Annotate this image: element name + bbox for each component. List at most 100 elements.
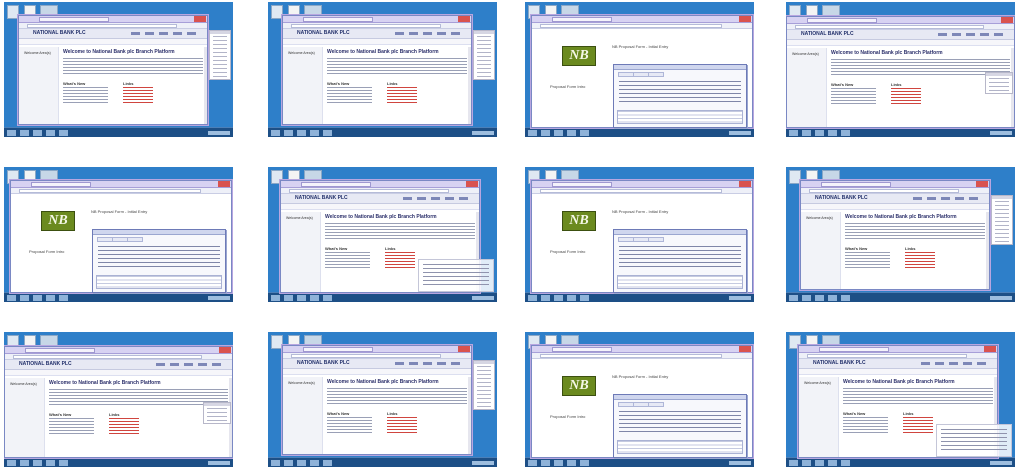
dialog-fields[interactable] [619,81,741,105]
browser-tab[interactable] [301,182,371,187]
taskbar-app-icon[interactable] [580,295,589,301]
taskbar-app-icon[interactable] [271,295,280,301]
taskbar-app-icon[interactable] [541,130,550,136]
top-nav-links[interactable] [921,362,991,365]
address-bar[interactable] [532,23,752,29]
links-list[interactable] [123,87,153,103]
taskbar-app-icon[interactable] [20,130,29,136]
taskbar-app-icon[interactable] [59,295,68,301]
dialog-results-grid[interactable] [96,275,222,289]
taskbar-app-icon[interactable] [323,295,332,301]
taskbar-app-icon[interactable] [20,295,29,301]
taskbar-app-icon[interactable] [310,130,319,136]
top-nav-links[interactable] [395,32,465,35]
taskbar-app-icon[interactable] [802,295,811,301]
taskbar-app-icon[interactable] [841,130,850,136]
screenshot-thumbnail[interactable]: NATIONAL BANK PLC Welcome Area(s) Welcome … [786,167,1015,302]
taskbar-app-icon[interactable] [59,460,68,466]
taskbar-app-icon[interactable] [7,295,16,301]
taskbar-app-icon[interactable] [271,460,280,466]
taskbar-app-icon[interactable] [7,130,16,136]
taskbar-app-icon[interactable] [310,295,319,301]
top-nav-links[interactable] [156,363,226,366]
url-field[interactable] [540,354,722,358]
taskbar-app-icon[interactable] [46,130,55,136]
top-nav-links[interactable] [403,197,473,200]
taskbar-app-icon[interactable] [815,460,824,466]
browser-tab[interactable] [552,17,612,22]
taskbar-app-icon[interactable] [554,460,563,466]
dialog-results-grid[interactable] [617,275,743,289]
taskbar-app-icon[interactable] [567,460,576,466]
dialog-fields[interactable] [619,411,741,435]
screenshot-thumbnail[interactable]: NB NB Proposal Form - Initial Entry Propos… [4,167,233,302]
dialog-results-grid[interactable] [617,440,743,454]
dialog-tabs[interactable] [97,237,143,242]
taskbar-app-icon[interactable] [828,130,837,136]
taskbar-app-icon[interactable] [284,130,293,136]
screenshot-thumbnail[interactable]: NATIONAL BANK PLC Welcome Area(s) Welcome … [268,2,497,137]
taskbar-app-icon[interactable] [284,460,293,466]
screenshot-thumbnail[interactable]: NB NB Proposal Form - Initial Entry Propos… [525,167,754,302]
browser-tab[interactable] [819,347,889,352]
taskbar-app-icon[interactable] [789,460,798,466]
scrollbar[interactable] [468,377,471,454]
links-list[interactable] [891,88,921,104]
url-field[interactable] [795,25,984,29]
browser-tab[interactable] [31,182,91,187]
taskbar-app-icon[interactable] [841,295,850,301]
links-list[interactable] [109,418,139,434]
close-icon[interactable] [984,346,996,352]
browser-tab[interactable] [821,182,891,187]
url-field[interactable] [19,189,201,193]
taskbar-app-icon[interactable] [528,295,537,301]
taskbar-app-icon[interactable] [567,130,576,136]
top-nav-links[interactable] [131,32,201,35]
taskbar-app-icon[interactable] [297,295,306,301]
taskbar-app-icon[interactable] [297,460,306,466]
links-list[interactable] [903,417,933,433]
scrollbar[interactable] [204,47,207,124]
dialog-fields[interactable] [98,246,220,270]
address-bar[interactable] [11,188,231,194]
taskbar-app-icon[interactable] [46,460,55,466]
browser-tab[interactable] [807,18,877,23]
dialog-tabs[interactable] [618,72,664,77]
taskbar-app-icon[interactable] [33,460,42,466]
taskbar-app-icon[interactable] [789,295,798,301]
close-icon[interactable] [218,181,230,187]
top-nav-links[interactable] [395,362,465,365]
scrollbar[interactable] [468,47,471,124]
taskbar-app-icon[interactable] [802,460,811,466]
url-field[interactable] [27,24,177,28]
taskbar-app-icon[interactable] [33,295,42,301]
links-list[interactable] [387,417,417,433]
links-list[interactable] [905,252,935,268]
taskbar-app-icon[interactable] [284,295,293,301]
taskbar-app-icon[interactable] [310,460,319,466]
browser-tab[interactable] [552,347,612,352]
taskbar-app-icon[interactable] [541,460,550,466]
browser-tab[interactable] [303,17,373,22]
dialog-fields[interactable] [619,246,741,270]
screenshot-thumbnail[interactable]: NATIONAL BANK PLC Welcome Area(s) Welcome … [4,2,233,137]
url-field[interactable] [289,189,449,193]
taskbar-app-icon[interactable] [20,460,29,466]
screenshot-thumbnail[interactable]: NATIONAL BANK PLC Welcome Area(s) Welcome … [268,167,497,302]
dialog-tabs[interactable] [618,402,664,407]
screenshot-thumbnail[interactable]: NB NB Proposal Form - Initial Entry Propos… [525,2,754,137]
screenshot-thumbnail[interactable]: NATIONAL BANK PLC Welcome Area(s) Welcome … [268,332,497,467]
taskbar-app-icon[interactable] [802,130,811,136]
url-field[interactable] [291,24,441,28]
close-icon[interactable] [466,181,478,187]
screenshot-thumbnail[interactable]: NATIONAL BANK PLC Welcome Area(s) Welcome … [786,332,1015,467]
taskbar-app-icon[interactable] [580,130,589,136]
close-icon[interactable] [739,16,751,22]
taskbar-app-icon[interactable] [567,295,576,301]
taskbar-app-icon[interactable] [271,130,280,136]
taskbar-app-icon[interactable] [528,130,537,136]
taskbar-app-icon[interactable] [46,295,55,301]
taskbar-app-icon[interactable] [323,460,332,466]
taskbar-app-icon[interactable] [815,130,824,136]
url-field[interactable] [540,189,722,193]
